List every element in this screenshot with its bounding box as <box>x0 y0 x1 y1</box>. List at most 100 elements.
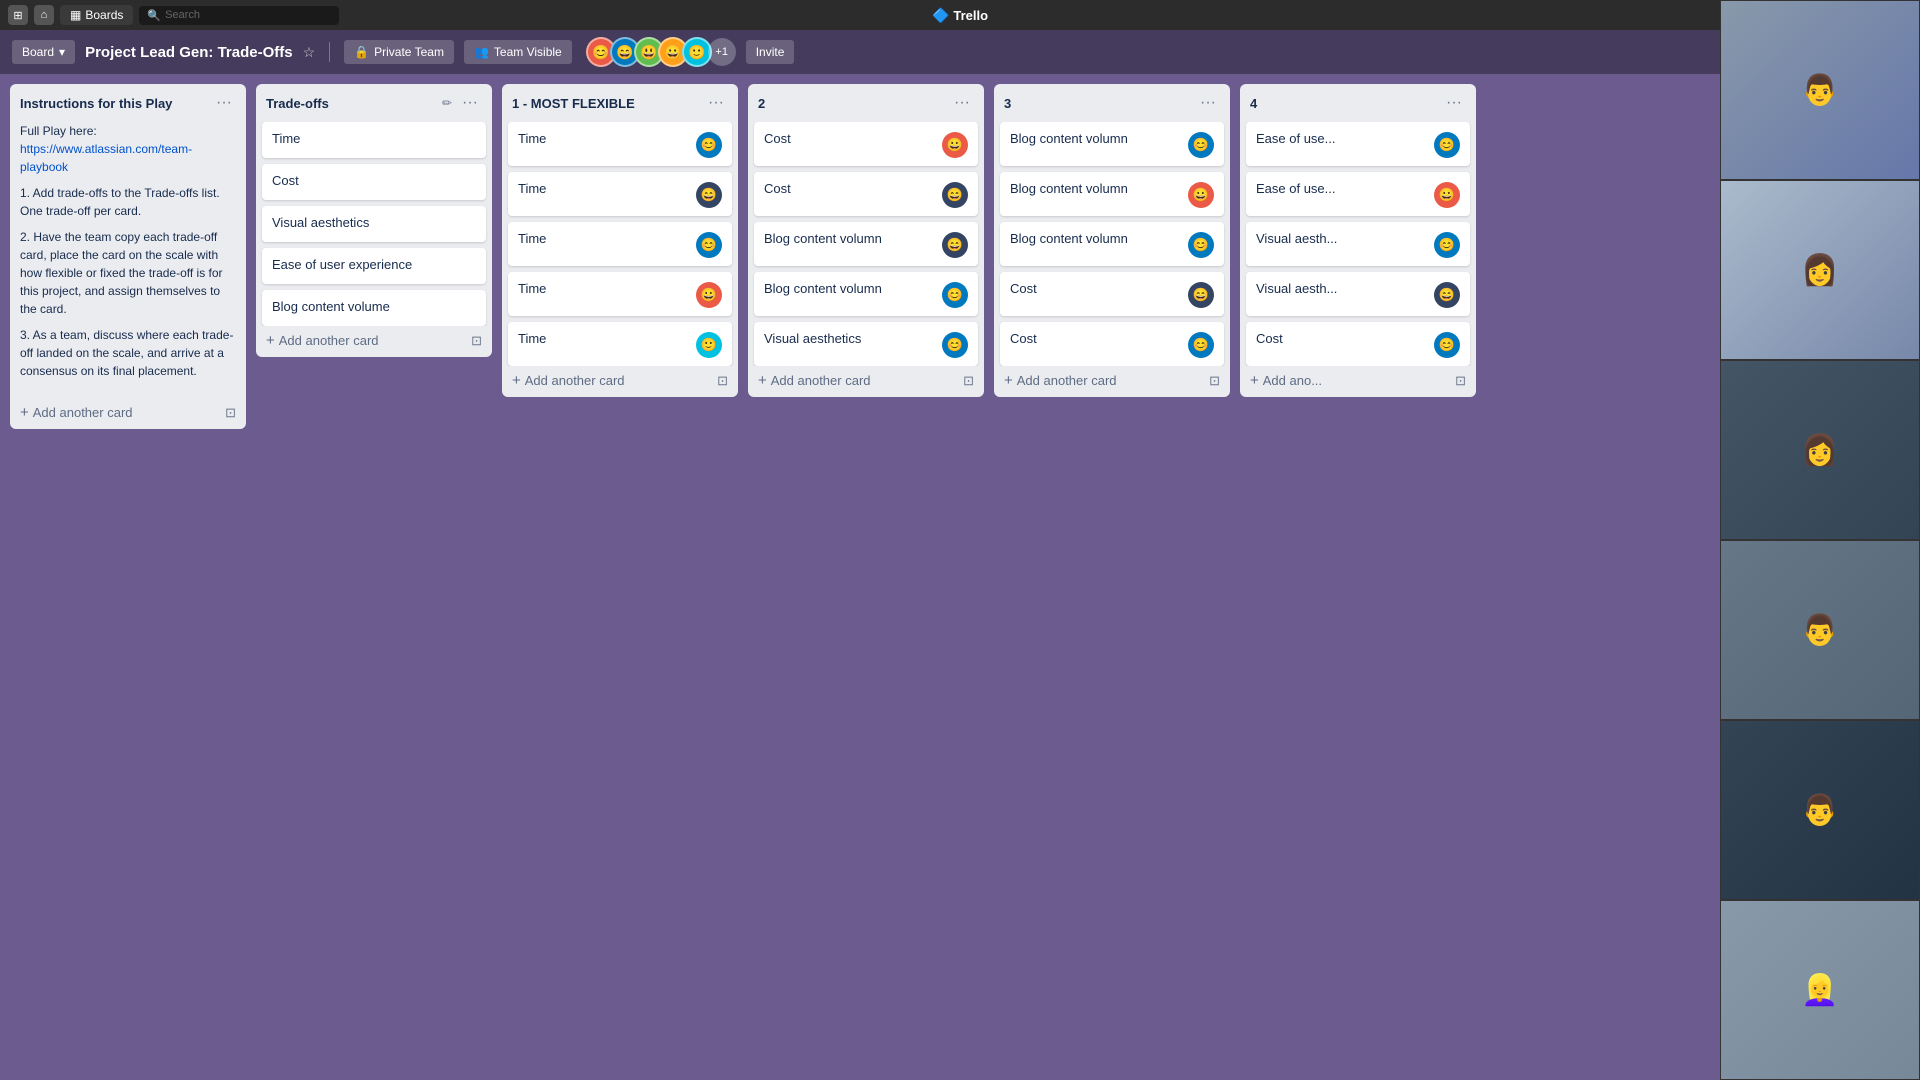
card[interactable]: Cost 😄 <box>754 172 978 216</box>
card-cost[interactable]: Cost <box>262 164 486 200</box>
list-title-col-3: 3 <box>1004 96 1011 111</box>
trello-logo: 🔷 Trello <box>932 7 988 24</box>
add-card-instructions[interactable]: + Add another card ⊡ <box>10 398 246 429</box>
plus-icon: + <box>20 404 29 421</box>
card-ease[interactable]: Ease of user experience <box>262 248 486 284</box>
instruction-2: 2. Have the team copy each trade-off car… <box>20 228 236 318</box>
card-text: Ease of use... <box>1256 130 1428 148</box>
card-text: Time <box>518 280 690 298</box>
star-icon[interactable]: ☆ <box>303 44 316 61</box>
boards-tab-label: Boards <box>85 8 123 22</box>
card[interactable]: Blog content volumn 😀 <box>1000 172 1224 216</box>
card[interactable]: Cost 😀 <box>754 122 978 166</box>
board-title: Project Lead Gen: Trade-Offs <box>85 44 293 61</box>
card-text: Cost <box>1010 280 1182 298</box>
boards-tab-icon: ▦ <box>70 8 81 22</box>
card[interactable]: Blog content volumn 😄 <box>754 222 978 266</box>
private-team-button[interactable]: 🔒 Private Team <box>344 40 454 64</box>
card-time[interactable]: Time <box>262 122 486 158</box>
card[interactable]: Ease of use... 😊 <box>1246 122 1470 166</box>
plus-icon-2: + <box>266 332 275 349</box>
list-title-trade-offs: Trade-offs <box>266 96 329 111</box>
video-person-2: 👩 <box>1801 253 1838 288</box>
list-actions-trade-offs: ✏ ··· <box>442 92 482 114</box>
home-icon[interactable]: ⌂ <box>34 5 54 25</box>
card[interactable]: Visual aesthetics 😊 <box>754 322 978 366</box>
card[interactable]: Cost 😊 <box>1000 322 1224 366</box>
card-blog[interactable]: Blog content volume <box>262 290 486 326</box>
card[interactable]: Blog content volumn 😊 <box>754 272 978 316</box>
add-card-trade-offs[interactable]: + Add another card ⊡ <box>256 326 492 357</box>
list-menu-button-2[interactable]: ··· <box>458 92 482 114</box>
instructions-content: Full Play here: https://www.atlassian.co… <box>10 122 246 398</box>
header-bar: Board ▾ Project Lead Gen: Trade-Offs ☆ 🔒… <box>0 30 1920 74</box>
card-text: Blog content volumn <box>1010 230 1182 248</box>
card-avatar: 😄 <box>1434 282 1460 308</box>
list-title-col-4: 4 <box>1250 96 1257 111</box>
list-body-col-2: Cost 😀 Cost 😄 Blog content volumn 😄 Blog… <box>748 122 984 366</box>
list-header-col-2: 2 ··· <box>748 84 984 122</box>
plus-icon-6: + <box>1250 372 1259 389</box>
card[interactable]: Time 😄 <box>508 172 732 216</box>
board-nav-button[interactable]: Board ▾ <box>12 40 75 64</box>
card[interactable]: Cost 😊 <box>1246 322 1470 366</box>
list-menu-col-4[interactable]: ··· <box>1442 92 1466 114</box>
card-template-icon-4[interactable]: ⊡ <box>963 373 974 389</box>
list-edit-button[interactable]: ✏ <box>442 96 452 110</box>
card-visual[interactable]: Visual aesthetics <box>262 206 486 242</box>
card[interactable]: Blog content volumn 😊 <box>1000 122 1224 166</box>
card-template-icon[interactable]: ⊡ <box>225 405 236 421</box>
card[interactable]: Ease of use... 😀 <box>1246 172 1470 216</box>
add-card-label-2: Add another card <box>279 333 379 348</box>
card[interactable]: Blog content volumn 😊 <box>1000 222 1224 266</box>
search-bar[interactable]: 🔍 Search <box>139 6 339 25</box>
card-avatar: 😀 <box>696 282 722 308</box>
card[interactable]: Visual aesth... 😊 <box>1246 222 1470 266</box>
search-placeholder: Search <box>165 9 200 21</box>
trello-logo-icon: 🔷 <box>932 7 949 24</box>
list-menu-col-2[interactable]: ··· <box>950 92 974 114</box>
card[interactable]: Time 🙂 <box>508 322 732 366</box>
video-person-4: 👨 <box>1801 613 1838 648</box>
app-grid-icon[interactable]: ⊞ <box>8 5 28 25</box>
card[interactable]: Time 😊 <box>508 122 732 166</box>
list-header-actions: ··· <box>212 92 236 114</box>
list-menu-col-3[interactable]: ··· <box>1196 92 1220 114</box>
list-col-1: 1 - MOST FLEXIBLE ··· Time 😊 Time 😄 Time… <box>502 84 738 397</box>
card-avatar: 😄 <box>1188 282 1214 308</box>
list-menu-col-1[interactable]: ··· <box>704 92 728 114</box>
video-person-1: 👨 <box>1801 73 1838 108</box>
add-card-label-4: Add another card <box>771 373 871 388</box>
add-card-col-4[interactable]: + Add ano... ⊡ <box>1240 366 1476 397</box>
divider <box>329 42 330 62</box>
card-template-icon-3[interactable]: ⊡ <box>717 373 728 389</box>
card[interactable]: Cost 😄 <box>1000 272 1224 316</box>
video-tile-3: 👩 <box>1720 360 1920 540</box>
team-visible-button[interactable]: 👥 Team Visible <box>464 40 572 64</box>
add-card-label: Add another card <box>33 405 133 420</box>
card[interactable]: Time 😀 <box>508 272 732 316</box>
card[interactable]: Time 😊 <box>508 222 732 266</box>
list-header-trade-offs: Trade-offs ✏ ··· <box>256 84 492 122</box>
card-text: Cost <box>764 180 936 198</box>
list-menu-button[interactable]: ··· <box>212 92 236 114</box>
add-card-col-1[interactable]: + Add another card ⊡ <box>502 366 738 397</box>
video-tile-5: 👨 <box>1720 720 1920 900</box>
list-col-3: 3 ··· Blog content volumn 😊 Blog content… <box>994 84 1230 397</box>
card-avatar: 😀 <box>1434 182 1460 208</box>
invite-button[interactable]: Invite <box>746 40 795 64</box>
list-trade-offs: Trade-offs ✏ ··· Time Cost Visual aesthe… <box>256 84 492 357</box>
video-tile-1: 👨 <box>1720 0 1920 180</box>
add-card-col-2[interactable]: + Add another card ⊡ <box>748 366 984 397</box>
card-text: Time <box>518 230 690 248</box>
card-template-icon-6[interactable]: ⊡ <box>1455 373 1466 389</box>
card-text: Blog content volumn <box>764 280 936 298</box>
chevron-down-icon: ▾ <box>59 45 65 59</box>
boards-tab[interactable]: ▦ Boards <box>60 5 133 25</box>
add-card-col-3[interactable]: + Add another card ⊡ <box>994 366 1230 397</box>
extra-members-badge[interactable]: +1 <box>708 38 736 66</box>
card-template-icon-5[interactable]: ⊡ <box>1209 373 1220 389</box>
card[interactable]: Visual aesth... 😄 <box>1246 272 1470 316</box>
card-template-icon-2[interactable]: ⊡ <box>471 333 482 349</box>
card-text: Blog content volumn <box>764 230 936 248</box>
